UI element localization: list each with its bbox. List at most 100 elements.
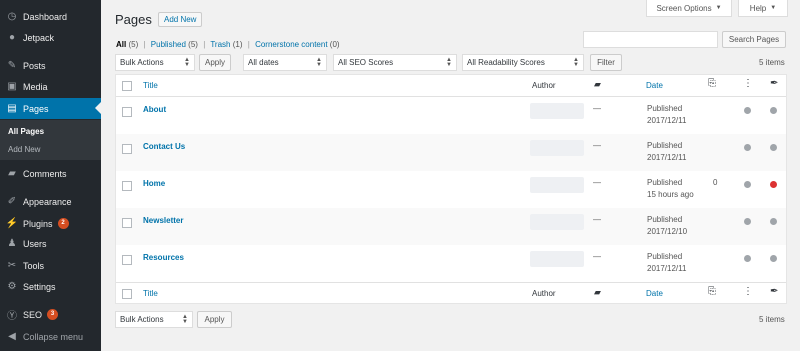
select-all-checkbox[interactable]: [122, 289, 132, 299]
page-title-link[interactable]: Newsletter: [143, 216, 183, 225]
publish-status: Published: [647, 178, 683, 187]
column-title-header[interactable]: Title: [143, 289, 158, 298]
page-title-link[interactable]: Resources: [143, 253, 184, 262]
sidebar-item-pages[interactable]: ▤ Pages: [0, 98, 101, 119]
submenu-item-all-pages[interactable]: All Pages: [8, 127, 44, 136]
row-checkbox[interactable]: [122, 218, 132, 228]
publish-date: 2017/12/10: [647, 227, 688, 236]
filter-cornerstone-count: (0): [329, 40, 340, 49]
select-arrows-icon: ▲ ▼: [573, 57, 579, 68]
seo-score-value: All SEO Scores: [338, 58, 394, 67]
sidebar-item-media[interactable]: ▣ Media: [0, 76, 101, 97]
filter-button[interactable]: Filter: [590, 54, 622, 71]
filter-published-count: (5): [188, 40, 198, 49]
sidebar-item-appearance[interactable]: ✐ Appearance: [0, 191, 101, 212]
collapse-menu-button[interactable]: ◀ Collapse menu: [0, 326, 101, 347]
apply-button-bottom[interactable]: Apply: [197, 311, 232, 328]
sidebar-item-label: Posts: [23, 60, 46, 71]
bulk-actions-select[interactable]: Bulk Actions ▲ ▼: [115, 54, 195, 71]
comment-count: —: [593, 252, 601, 261]
jetpack-icon: ●: [8, 32, 16, 43]
comment-count: —: [593, 215, 601, 224]
author-blurred: [530, 103, 584, 119]
author-blurred: [530, 177, 584, 193]
column-date-header[interactable]: Date: [646, 81, 663, 90]
apply-button[interactable]: Apply: [199, 54, 231, 71]
caret-down-icon: ▼: [715, 5, 722, 11]
publish-date: 15 hours ago: [647, 190, 694, 199]
internal-links-icon: ⎘: [708, 286, 716, 297]
screen-options-tab[interactable]: Screen Options ▼: [646, 0, 732, 17]
sidebar-item-settings[interactable]: ⚙ Settings: [0, 276, 101, 297]
admin-sidebar: ◷ Dashboard ● Jetpack ✎ Posts ▣ Media ▤ Pages…: [0, 0, 101, 351]
tools-icon: ✂: [7, 260, 17, 271]
yoast-icon: Ⓨ: [7, 311, 17, 322]
date-cell: Published 2017/12/10: [647, 214, 687, 238]
seo-score-select[interactable]: All SEO Scores ▲ ▼: [333, 54, 457, 71]
filter-trash-count: (1): [232, 40, 243, 49]
help-tab[interactable]: Help ▼: [738, 0, 788, 17]
comment-bubble-icon[interactable]: ▰: [594, 79, 601, 90]
seo-score-dot: [744, 255, 751, 262]
row-checkbox[interactable]: [122, 107, 132, 117]
page-title-link[interactable]: Home: [143, 179, 165, 188]
row-checkbox[interactable]: [122, 181, 132, 191]
internal-links-icon: ⎘: [708, 78, 716, 89]
column-title-header[interactable]: Title: [143, 81, 158, 90]
separator: |: [247, 40, 250, 49]
sidebar-item-label: Appearance: [23, 196, 72, 207]
column-author-header: Author: [532, 289, 556, 298]
bulk-actions-select-bottom[interactable]: Bulk Actions ▲ ▼: [115, 311, 193, 328]
sidebar-item-label: Comments: [23, 168, 67, 179]
filter-trash[interactable]: Trash: [210, 40, 230, 49]
publish-date: 2017/12/11: [647, 264, 687, 273]
sidebar-item-dashboard[interactable]: ◷ Dashboard: [0, 6, 101, 27]
bulk-actions-value: Bulk Actions: [120, 315, 164, 324]
page-title-link[interactable]: About: [143, 105, 166, 114]
sidebar-item-label: Settings: [23, 281, 56, 292]
date-filter-value: All dates: [248, 58, 279, 67]
settings-icon: ⚙: [7, 281, 17, 292]
sidebar-item-jetpack[interactable]: ● Jetpack: [0, 27, 101, 48]
filter-all[interactable]: All: [116, 40, 126, 49]
sidebar-item-label: Tools: [23, 260, 45, 271]
search-input[interactable]: [583, 31, 718, 48]
seo-score-dot: [744, 181, 751, 188]
row-checkbox[interactable]: [122, 255, 132, 265]
filter-cornerstone[interactable]: Cornerstone content: [255, 40, 328, 49]
submenu-item-add-new[interactable]: Add New: [8, 145, 40, 154]
comments-icon: ▰: [8, 168, 16, 179]
items-count: 5 items: [759, 58, 785, 67]
search-pages-button[interactable]: Search Pages: [722, 31, 786, 48]
sidebar-item-tools[interactable]: ✂ Tools: [0, 255, 101, 276]
sidebar-item-comments[interactable]: ▰ Comments: [0, 163, 101, 184]
sidebar-item-label: Plugins: [23, 218, 53, 229]
collapse-icon: ◀: [8, 331, 16, 342]
author-blurred: [530, 140, 584, 156]
date-filter-select[interactable]: All dates ▲ ▼: [243, 54, 327, 71]
select-all-checkbox[interactable]: [122, 81, 132, 91]
sidebar-item-plugins[interactable]: ⚡ Plugins 2: [0, 213, 101, 234]
comment-bubble-icon[interactable]: ▰: [594, 287, 601, 298]
readability-score-dot: [770, 144, 777, 151]
sidebar-item-label: Dashboard: [23, 11, 68, 22]
pages-table: Title Author ▰ Date ⎘ ⋮ ✒ About — Publis…: [115, 74, 787, 304]
sidebar-item-users[interactable]: ♟ Users: [0, 233, 101, 254]
collapse-menu-label: Collapse menu: [23, 331, 84, 342]
page-title: Pages: [115, 12, 152, 27]
table-row: About — Published 2017/12/11: [116, 97, 786, 134]
readability-select[interactable]: All Readability Scores ▲ ▼: [462, 54, 584, 71]
users-icon: ♟: [7, 238, 17, 249]
add-new-button[interactable]: Add New: [158, 12, 203, 27]
sidebar-item-posts[interactable]: ✎ Posts: [0, 55, 101, 76]
filter-published[interactable]: Published: [151, 40, 186, 49]
seo-notification-badge: 3: [47, 309, 59, 320]
sidebar-item-seo[interactable]: Ⓨ SEO 3: [0, 304, 101, 325]
readability-score-dot: [770, 107, 777, 114]
select-arrows-icon: ▲ ▼: [184, 57, 190, 68]
table-header: Title Author ▰ Date ⎘ ⋮ ✒: [116, 75, 786, 97]
date-cell: Published 15 hours ago: [647, 177, 694, 201]
page-title-link[interactable]: Contact Us: [143, 142, 185, 151]
row-checkbox[interactable]: [122, 144, 132, 154]
column-date-header[interactable]: Date: [646, 289, 663, 298]
